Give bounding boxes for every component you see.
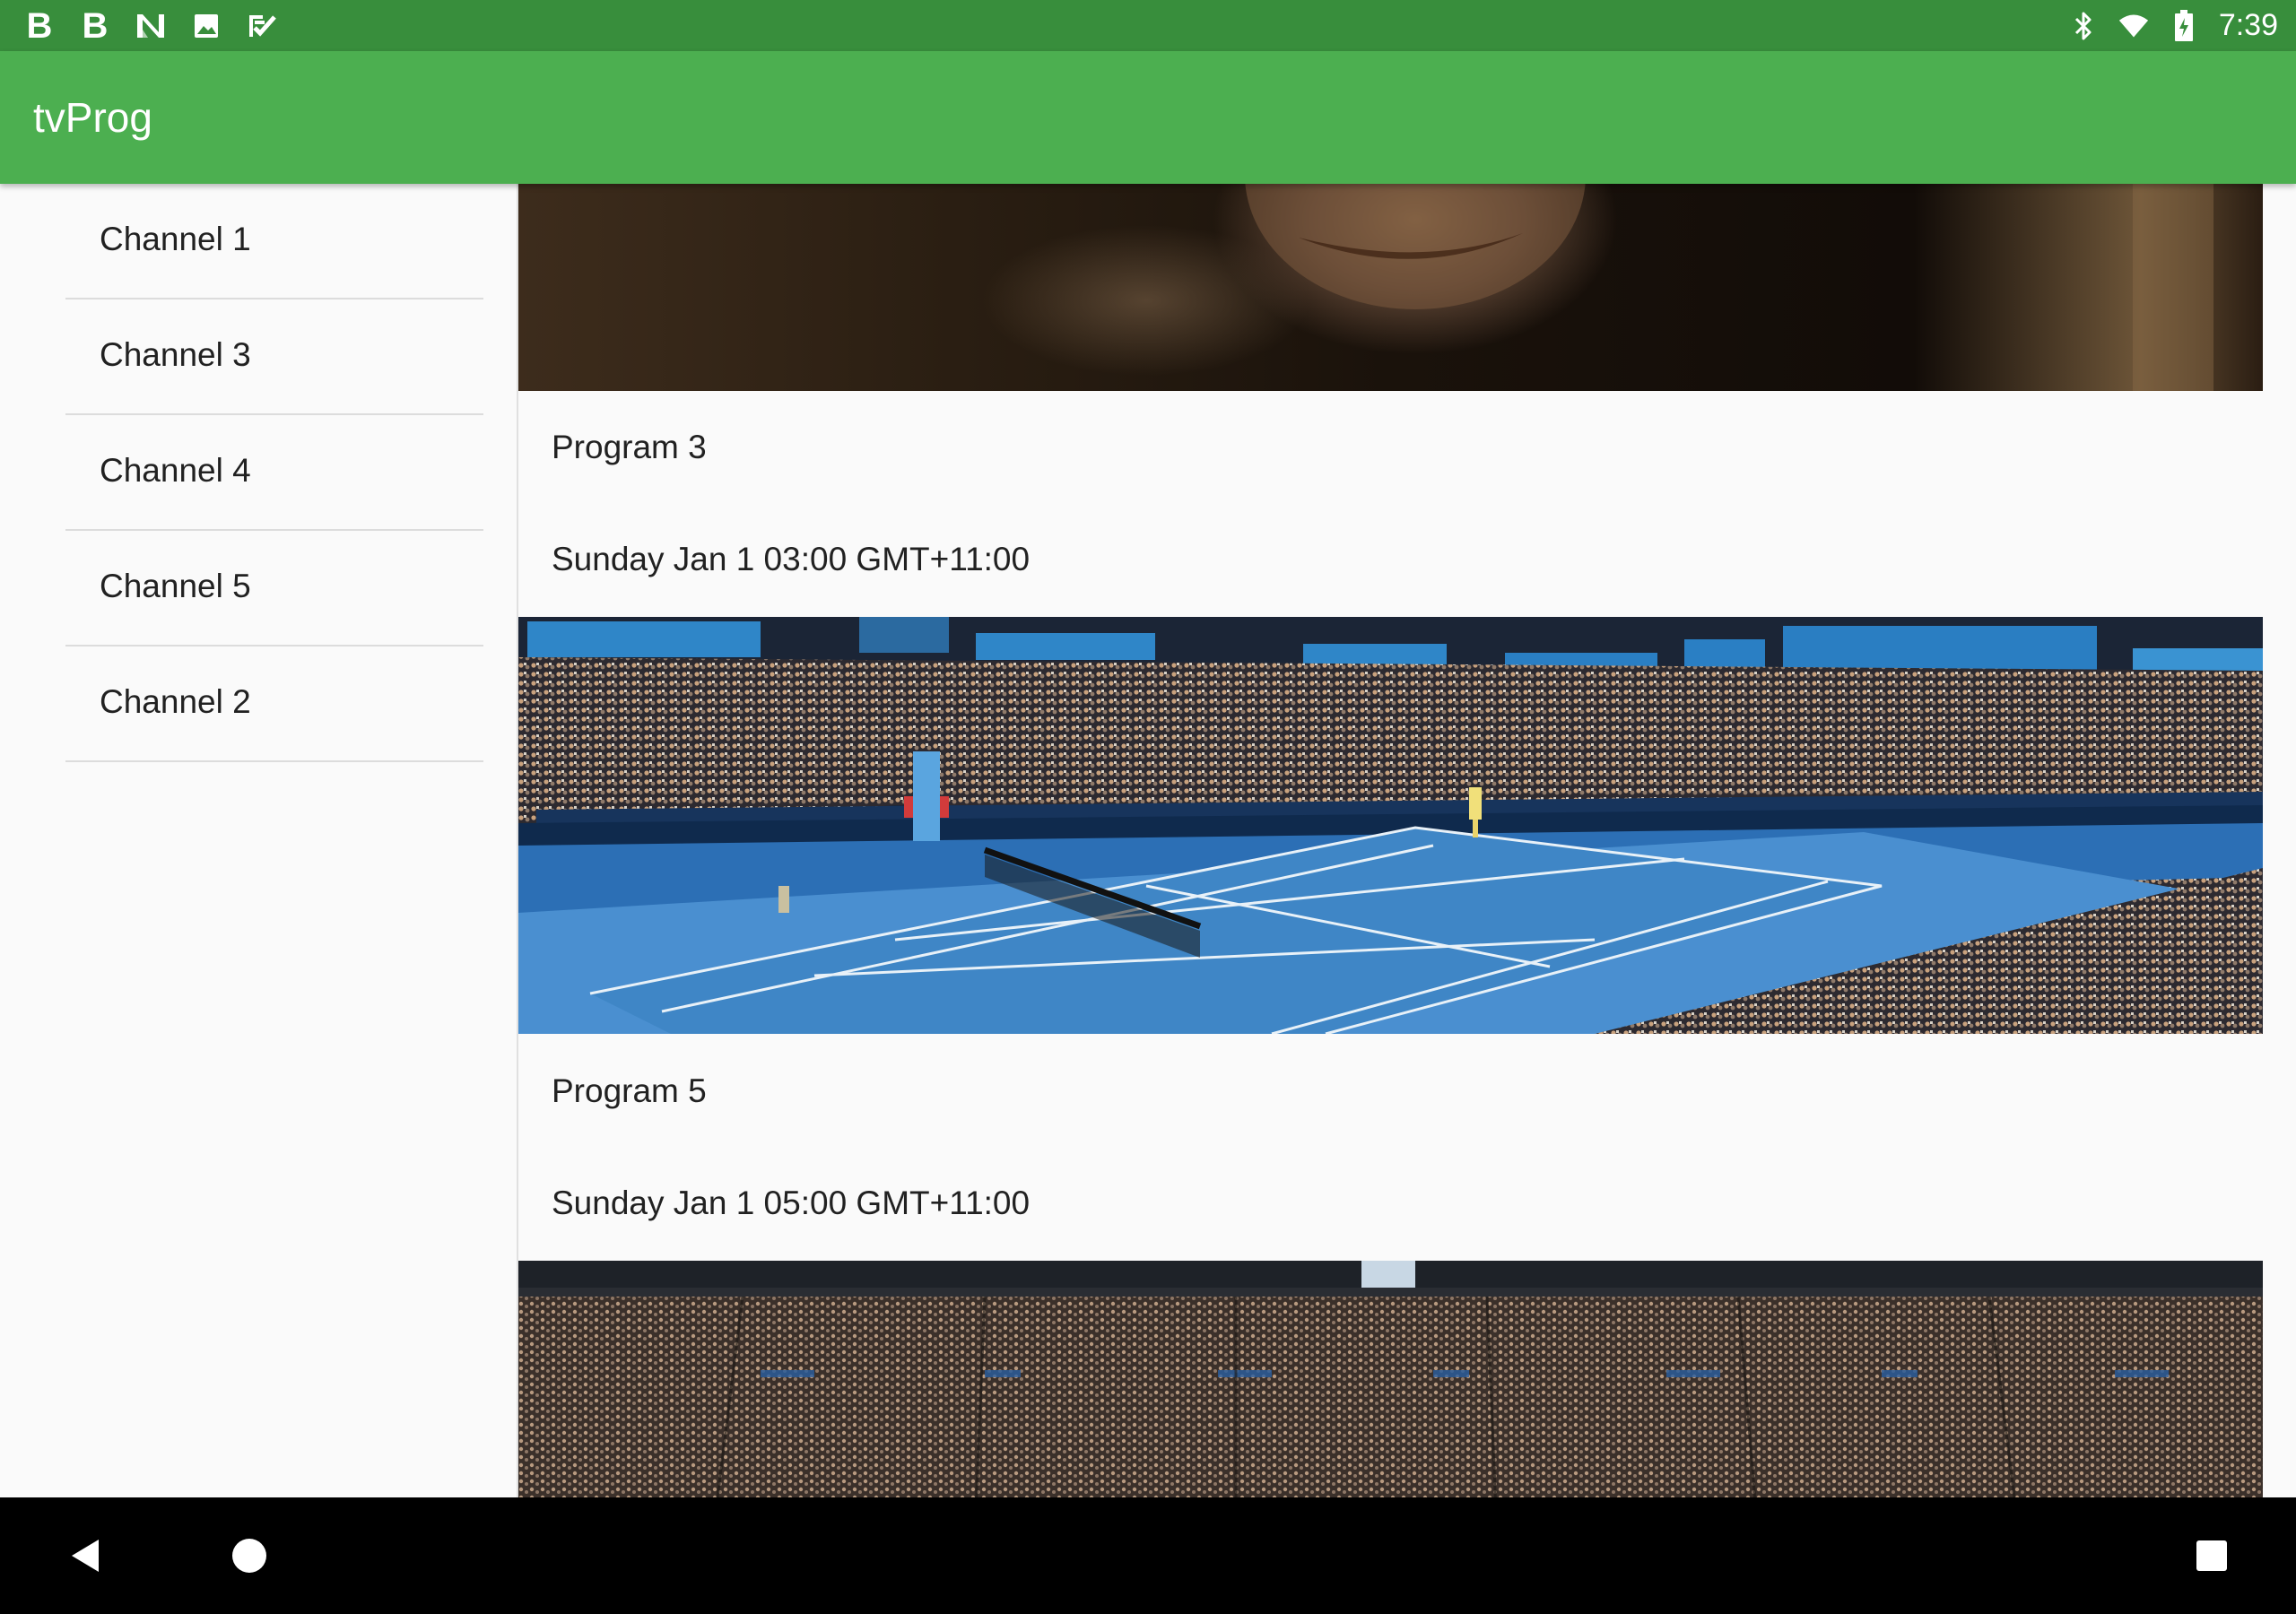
channel-label: Channel 1 xyxy=(100,221,251,257)
app-bar: tvProg xyxy=(0,51,2296,184)
bold-b-icon: B xyxy=(26,5,53,46)
n-logo-icon xyxy=(135,10,167,42)
channel-label: Channel 4 xyxy=(100,452,251,489)
system-icons: 7:39 xyxy=(2068,5,2278,46)
program-list[interactable]: Program 3 Sunday Jan 1 03:00 GMT+11:00 P… xyxy=(518,184,2263,1497)
wifi-icon xyxy=(2118,10,2149,42)
bluetooth-icon xyxy=(2068,10,2099,42)
bold-b-icon: B xyxy=(82,5,109,46)
program-time: Sunday Jan 1 05:00 GMT+11:00 xyxy=(552,1184,1031,1221)
channel-label: Channel 5 xyxy=(100,568,251,604)
navigation-bar xyxy=(0,1497,2296,1614)
channel-sidebar: Channel 1 Channel 3 Channel 4 Channel 5 … xyxy=(0,184,518,1497)
image-icon xyxy=(190,10,222,42)
status-bar: B B 7:39 xyxy=(0,0,2296,51)
recents-icon[interactable] xyxy=(2185,1529,2239,1583)
program-title: Program 3 xyxy=(552,429,707,465)
notification-icons: B B xyxy=(23,7,278,44)
program-time: Sunday Jan 1 03:00 GMT+11:00 xyxy=(552,541,1031,577)
home-icon[interactable] xyxy=(222,1529,276,1583)
program-thumbnail-tennis[interactable] xyxy=(518,617,2263,1034)
channel-label: Channel 2 xyxy=(100,683,251,720)
back-icon[interactable] xyxy=(57,1529,111,1583)
clock: 7:39 xyxy=(2218,8,2278,42)
channel-item[interactable]: Channel 4 xyxy=(65,415,483,531)
battery-charging-icon xyxy=(2169,9,2199,42)
channel-item[interactable]: Channel 3 xyxy=(65,299,483,415)
channel-item[interactable]: Channel 2 xyxy=(65,646,483,762)
channel-item[interactable]: Channel 1 xyxy=(65,184,483,299)
channel-list: Channel 1 Channel 3 Channel 4 Channel 5 … xyxy=(0,184,517,762)
program-thumbnail-portrait[interactable] xyxy=(518,184,2263,391)
channel-label: Channel 3 xyxy=(100,336,251,373)
app-title: tvProg xyxy=(33,94,152,141)
program-title: Program 5 xyxy=(552,1072,707,1109)
program-thumbnail-crowd[interactable] xyxy=(518,1261,2263,1497)
channel-item[interactable]: Channel 5 xyxy=(65,531,483,646)
checklist-icon xyxy=(246,10,278,42)
